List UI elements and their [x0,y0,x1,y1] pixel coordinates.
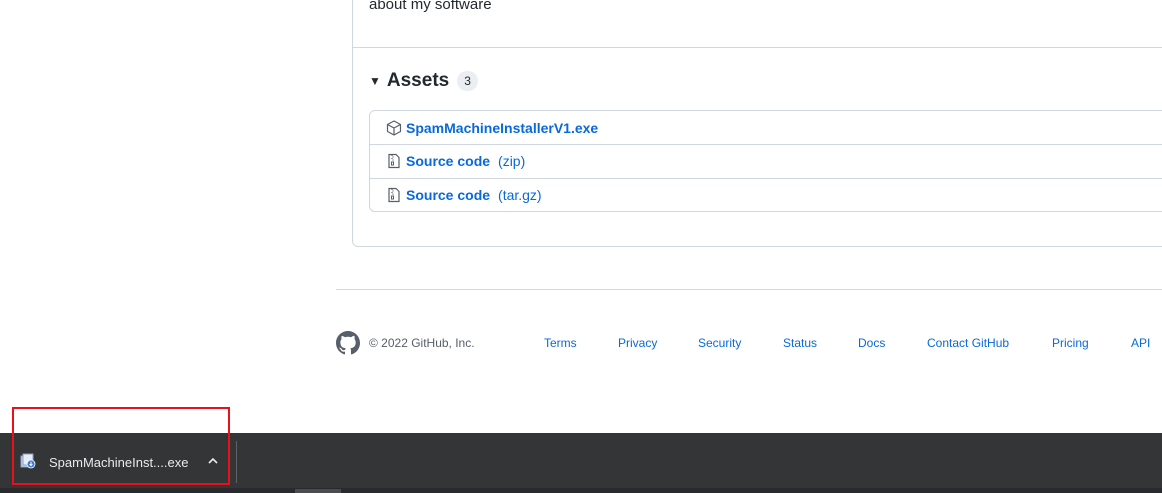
footer-link-api[interactable]: API [1131,336,1150,350]
footer-divider [336,289,1162,290]
asset-ext-zip: (zip) [498,153,526,169]
download-bar: SpamMachineInst....exe [0,433,1162,493]
asset-link-source-zip[interactable]: Source code [406,153,490,169]
footer-link-contact[interactable]: Contact GitHub [927,336,1009,350]
asset-row: Source code (zip) [370,144,1162,177]
bottom-strip [0,488,1162,493]
footer-link-terms[interactable]: Terms [544,336,577,350]
asset-row: SpamMachineInstallerV1.exe [370,111,1162,144]
file-zip-icon [386,153,402,169]
github-logo-icon[interactable] [336,331,360,355]
package-icon [386,119,402,136]
footer-copyright: © 2022 GitHub, Inc. [369,336,475,350]
footer-link-privacy[interactable]: Privacy [618,336,657,350]
assets-count-badge: 3 [457,71,478,91]
assets-list: SpamMachineInstallerV1.exe Source code (… [369,110,1162,212]
chevron-up-icon[interactable] [205,453,221,469]
asset-ext-targz: (tar.gz) [498,187,542,203]
release-body-text: about my software [369,0,492,13]
download-file-name: SpamMachineInst....exe [49,455,189,470]
bottom-tab [295,489,341,493]
footer-link-security[interactable]: Security [698,336,741,350]
download-item[interactable]: SpamMachineInst....exe [0,433,236,489]
footer-link-docs[interactable]: Docs [858,336,885,350]
triangle-down-icon: ▼ [369,74,381,88]
footer-link-status[interactable]: Status [783,336,817,350]
asset-row: Source code (tar.gz) [370,178,1162,211]
file-zip-icon [386,187,402,203]
installer-file-icon [20,453,36,469]
asset-link-exe[interactable]: SpamMachineInstallerV1.exe [406,120,598,136]
assets-toggle[interactable]: ▼ Assets 3 [369,68,478,94]
release-divider [353,47,1162,48]
footer-link-pricing[interactable]: Pricing [1052,336,1089,350]
asset-link-source-targz[interactable]: Source code [406,187,490,203]
assets-title: Assets [386,70,450,91]
download-item-separator [236,441,237,483]
